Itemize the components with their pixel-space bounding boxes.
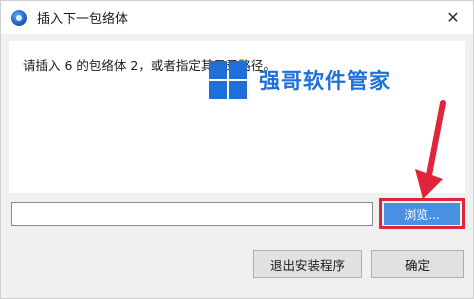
exit-setup-button[interactable]: 退出安装程序: [253, 250, 362, 278]
message-panel: 请插入 6 的包络体 2，或者指定其目录路径。 强哥软件管家: [9, 41, 465, 193]
close-button[interactable]: ✕: [433, 1, 473, 34]
app-icon: [11, 9, 27, 26]
title-bar: 插入下一包络体 ✕: [1, 1, 473, 34]
installer-dialog: 插入下一包络体 ✕ 请插入 6 的包络体 2，或者指定其目录路径。 强哥软件管家…: [0, 0, 474, 299]
watermark-text: 强哥软件管家: [259, 69, 391, 93]
watermark: 强哥软件管家: [209, 61, 391, 99]
windows-logo-icon: [209, 61, 247, 99]
window-title: 插入下一包络体: [37, 12, 129, 27]
ok-button[interactable]: 确定: [371, 250, 464, 278]
browse-button[interactable]: 浏览...: [384, 203, 460, 225]
path-input[interactable]: [11, 202, 373, 226]
red-arrow-annotation: [415, 100, 446, 199]
